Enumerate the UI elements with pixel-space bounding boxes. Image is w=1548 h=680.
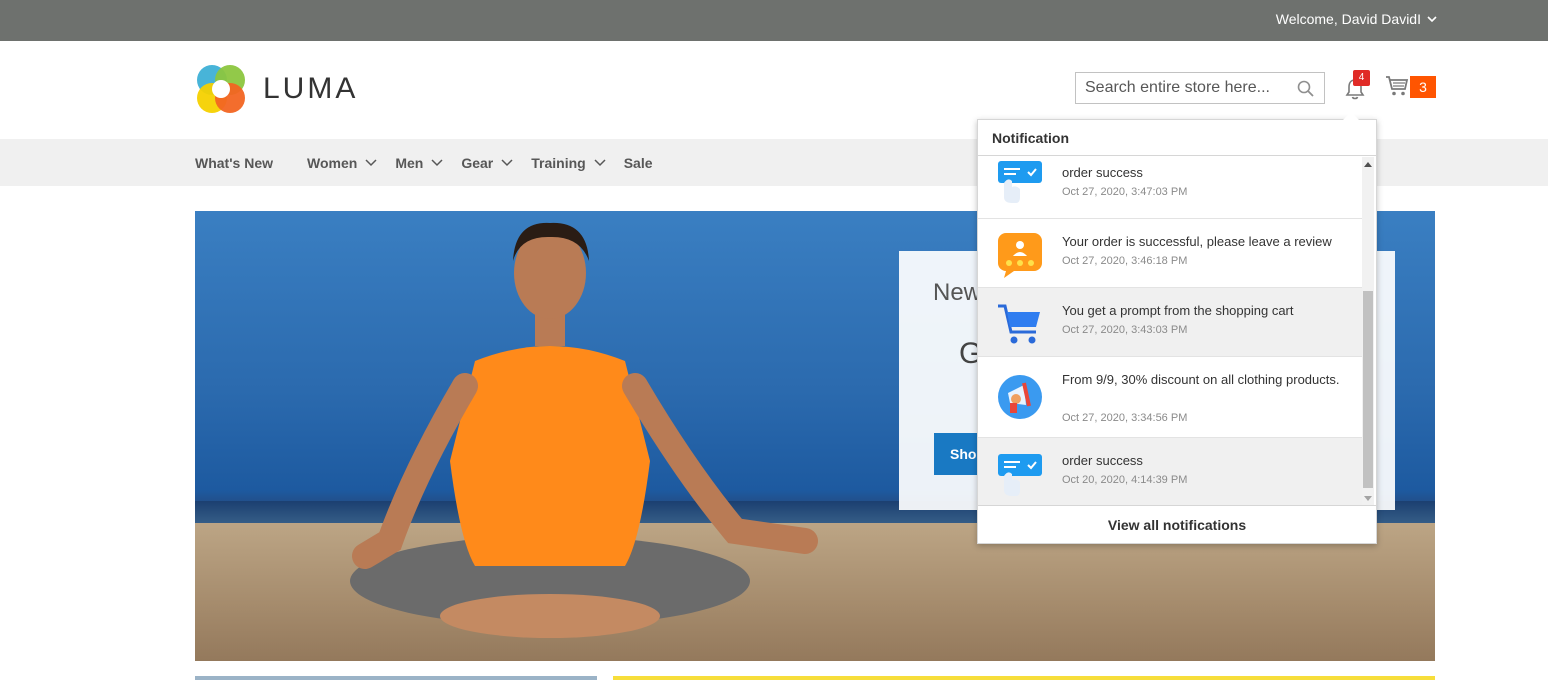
scrollbar-thumb[interactable] xyxy=(1363,291,1373,488)
notification-time: Oct 20, 2020, 4:14:39 PM xyxy=(1062,474,1188,486)
nav-item-label: Men xyxy=(395,154,424,171)
top-bar: Welcome, David DavidI xyxy=(0,0,1548,41)
shopping-cart-icon xyxy=(998,304,1040,344)
nav-item-label: Training xyxy=(531,154,586,171)
welcome-text: Welcome, David DavidI xyxy=(1275,11,1421,27)
notification-item[interactable]: Your order is successful, please leave a… xyxy=(978,219,1362,288)
order-success-icon xyxy=(998,161,1042,203)
notification-item[interactable]: order success Oct 27, 2020, 3:47:03 PM xyxy=(978,157,1362,219)
logo-text: LUMA xyxy=(263,72,359,105)
chevron-down-icon xyxy=(1427,16,1437,23)
search-icon[interactable] xyxy=(1297,80,1314,97)
notification-time: Oct 27, 2020, 3:43:03 PM xyxy=(1062,324,1188,336)
review-icon xyxy=(998,233,1042,278)
notification-text: From 9/9, 30% discount on all clothing p… xyxy=(1062,372,1340,387)
dropdown-arrow xyxy=(1343,112,1359,120)
notification-text: order success xyxy=(1062,453,1143,468)
chevron-down-icon xyxy=(594,158,606,166)
nav-item-label: What's New xyxy=(195,154,274,171)
notification-item[interactable]: order success Oct 20, 2020, 4:14:39 PM xyxy=(978,438,1362,506)
chevron-down-icon xyxy=(431,158,443,166)
notification-time: Oct 27, 2020, 3:46:18 PM xyxy=(1062,255,1188,267)
cart-icon xyxy=(1386,76,1409,96)
notification-text: Your order is successful, please leave a… xyxy=(1062,234,1332,249)
notification-text: order success xyxy=(1062,165,1143,180)
notification-item[interactable]: You get a prompt from the shopping cart … xyxy=(978,288,1362,357)
nav-item-whats-new[interactable]: What's New xyxy=(195,155,273,171)
luma-logo-icon xyxy=(197,65,245,113)
nav-item-training[interactable]: Training xyxy=(531,155,608,171)
minicart-button[interactable] xyxy=(1385,75,1409,102)
notification-text: You get a prompt from the shopping cart xyxy=(1062,303,1294,318)
nav-item-women[interactable]: Women xyxy=(307,155,380,171)
nav-item-men[interactable]: Men xyxy=(395,155,446,171)
promo-block-left[interactable] xyxy=(195,676,597,680)
notification-time: Oct 27, 2020, 3:34:56 PM xyxy=(1062,412,1188,424)
notification-item[interactable]: From 9/9, 30% discount on all clothing p… xyxy=(978,357,1362,438)
notification-dropdown: Notification order success Oct 27, 2020,… xyxy=(977,119,1377,544)
promo-heading: New xyxy=(933,279,982,306)
scroll-down-arrow-icon[interactable] xyxy=(1364,496,1372,501)
notification-time: Oct 27, 2020, 3:47:03 PM xyxy=(1062,186,1188,198)
search-box xyxy=(1075,72,1325,104)
nav-item-label: Sale xyxy=(623,154,653,171)
chevron-down-icon xyxy=(365,158,377,166)
view-all-notifications-link[interactable]: View all notifications xyxy=(978,505,1376,543)
nav-item-label: Gear xyxy=(461,154,494,171)
search-input[interactable] xyxy=(1076,74,1286,102)
order-success-icon xyxy=(998,454,1042,496)
promo-block-right[interactable] xyxy=(613,676,1435,680)
megaphone-icon xyxy=(998,375,1042,419)
nav-item-sale[interactable]: Sale xyxy=(624,155,653,171)
chevron-down-icon xyxy=(501,158,513,166)
store-logo[interactable]: LUMA xyxy=(195,63,358,115)
notification-scrollbar[interactable] xyxy=(1362,157,1374,506)
account-menu-toggle[interactable]: Welcome, David DavidI xyxy=(1276,11,1438,27)
cart-count-badge: 3 xyxy=(1410,76,1436,98)
scroll-up-arrow-icon[interactable] xyxy=(1364,162,1372,167)
nav-item-label: Women xyxy=(307,154,358,171)
nav-item-gear[interactable]: Gear xyxy=(461,155,516,171)
notification-count-badge: 4 xyxy=(1353,70,1370,86)
notification-list[interactable]: order success Oct 27, 2020, 3:47:03 PM Y… xyxy=(978,157,1362,506)
notification-title: Notification xyxy=(978,120,1376,156)
